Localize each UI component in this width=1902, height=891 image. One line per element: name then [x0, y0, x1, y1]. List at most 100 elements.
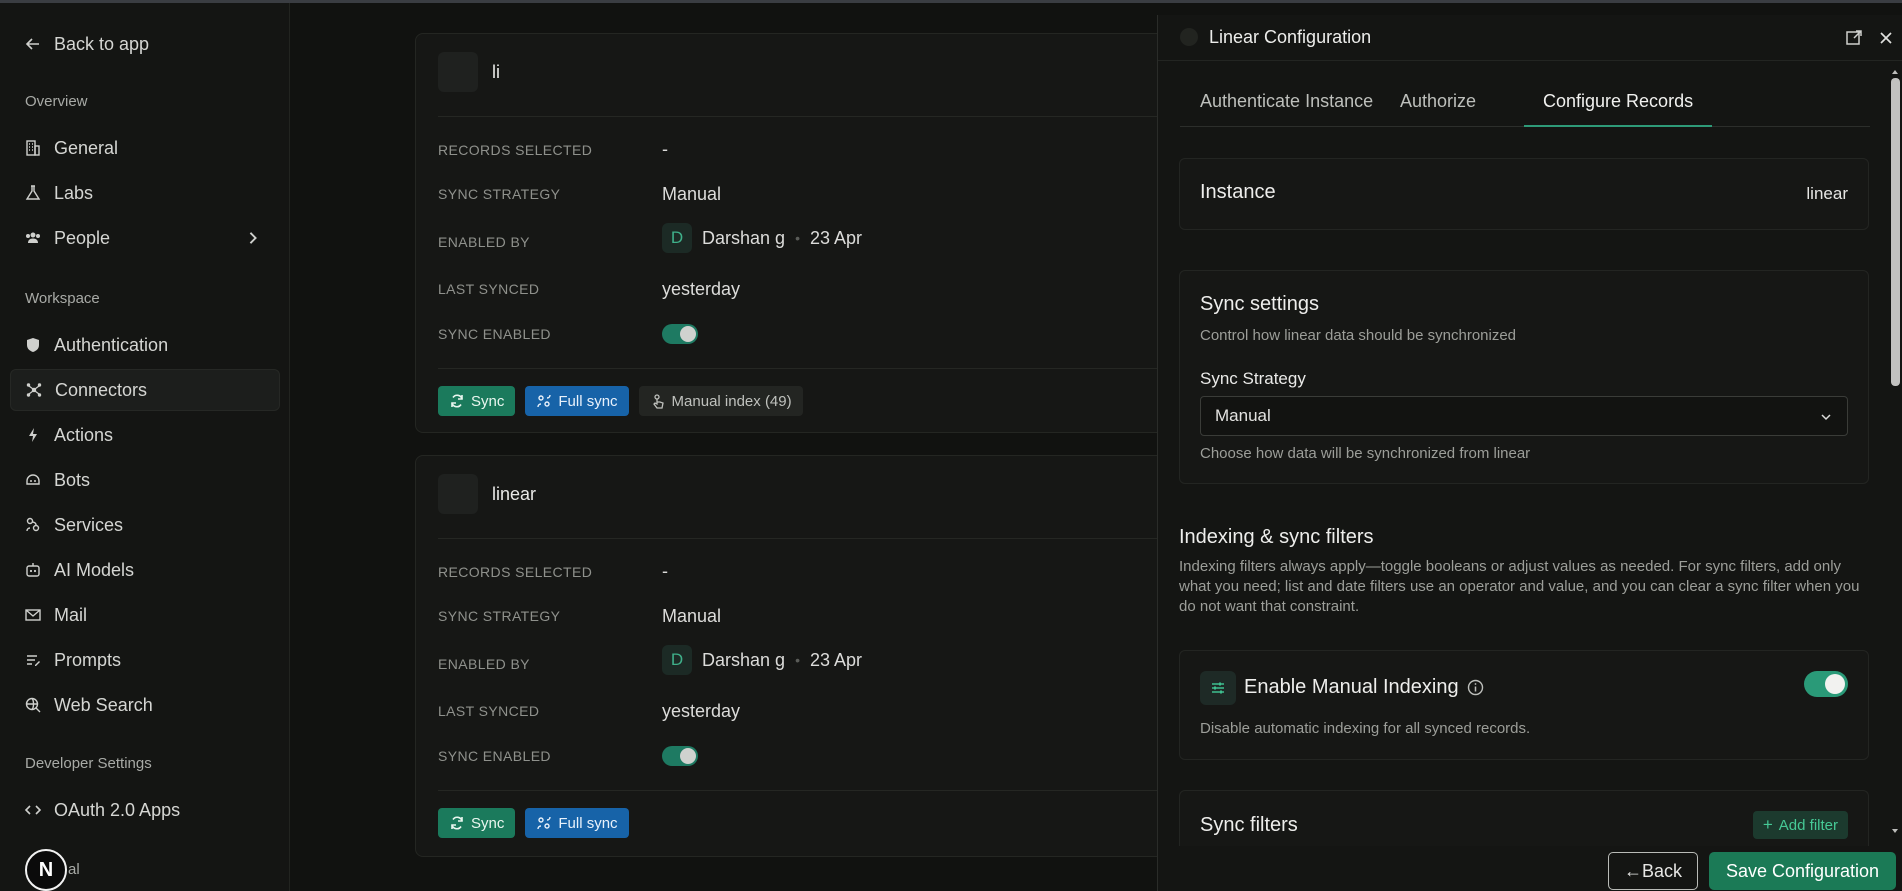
sync-strategy-select[interactable]: Manual: [1200, 396, 1848, 436]
sidebar-item-mail[interactable]: Mail: [10, 594, 280, 636]
sync-strategy-label: SYNC STRATEGY: [438, 186, 561, 202]
enabled-by-value: D Darshan g • 23 Apr: [662, 645, 862, 675]
sidebar-item-label: Labs: [54, 182, 94, 203]
panel-title: Linear Configuration: [1209, 27, 1372, 47]
config-tabs: Authenticate Instance Authorize Configur…: [1180, 91, 1870, 127]
manual-indexing-toggle[interactable]: [1804, 671, 1848, 697]
sidebar-item-services[interactable]: Services: [10, 504, 280, 546]
settings-sidebar: Back to app Overview General Labs People…: [0, 3, 290, 891]
sidebar-item-label: OAuth 2.0 Apps: [54, 799, 181, 820]
sidebar-item-label: Bots: [54, 469, 91, 490]
scroll-up-arrow-icon[interactable]: [1890, 67, 1900, 77]
sidebar-item-label: Actions: [54, 424, 114, 445]
manual-indexing-icon-wrap: [1200, 671, 1236, 705]
tab-configure-records[interactable]: Configure Records: [1524, 91, 1713, 127]
scroll-down-arrow-icon[interactable]: [1890, 826, 1900, 836]
sidebar-item-authentication[interactable]: Authentication: [10, 324, 280, 366]
last-synced-value: yesterday: [662, 279, 741, 299]
sidebar-item-oauth-apps[interactable]: OAuth 2.0 Apps: [10, 789, 280, 831]
sidebar-item-label: Connectors: [55, 379, 148, 400]
sidebar-item-people[interactable]: People: [10, 217, 280, 259]
sync-strategy-label: SYNC STRATEGY: [438, 608, 561, 624]
sidebar-item-general[interactable]: General: [10, 127, 280, 169]
manual-index-button[interactable]: Manual index (49): [638, 386, 803, 416]
panel-header: Linear Configuration: [1158, 15, 1902, 61]
web-search-icon: [25, 697, 41, 713]
records-selected-value: -: [662, 139, 668, 159]
sync-strategy-value: Manual: [662, 184, 722, 204]
refresh-icon: [451, 394, 463, 408]
enabled-by-label: ENABLED BY: [438, 656, 530, 672]
card-divider: [438, 538, 1194, 539]
sync-enabled-toggle[interactable]: [662, 324, 698, 344]
section-developer-settings: Developer Settings: [25, 755, 152, 772]
save-configuration-button[interactable]: Save Configuration: [1709, 852, 1896, 890]
sync-enabled-label: SYNC ENABLED: [438, 748, 551, 764]
services-icon: [26, 517, 40, 532]
sync-button[interactable]: Sync: [438, 808, 516, 838]
manual-indexing-heading: Enable Manual Indexing: [1244, 676, 1484, 699]
user-avatar: D: [662, 223, 692, 253]
sidebar-item-actions[interactable]: Actions: [10, 414, 280, 456]
section-overview: Overview: [25, 93, 88, 110]
sidebar-item-label: Prompts: [54, 649, 122, 670]
sync-settings-box: Sync settings Control how linear data sh…: [1179, 270, 1869, 484]
last-synced-label: LAST SYNCED: [438, 281, 540, 297]
sync-filters-box: Sync filters + Add filter: [1179, 790, 1869, 846]
sync-enabled-toggle[interactable]: [662, 746, 698, 766]
tab-authorize[interactable]: Authorize: [1400, 91, 1476, 127]
sidebar-item-ai-models[interactable]: AI Models: [10, 549, 280, 591]
enabled-date: 23 Apr: [809, 227, 863, 248]
sync-strategy-value: Manual: [662, 606, 722, 626]
filters-title: Indexing & sync filters: [1179, 526, 1374, 548]
linear-logo: [1180, 28, 1198, 46]
scroll-thumb[interactable]: [1891, 78, 1900, 386]
card-divider: [438, 368, 1194, 369]
enabled-date: 23 Apr: [809, 649, 863, 670]
sidebar-item-labs[interactable]: Labs: [10, 172, 280, 214]
info-icon[interactable]: [1467, 679, 1484, 696]
open-external-icon[interactable]: [1845, 29, 1863, 47]
manual-index-button-label: Manual index (49): [671, 392, 792, 410]
sidebar-item-bots[interactable]: Bots: [10, 459, 280, 501]
sidebar-item-prompts[interactable]: Prompts: [10, 639, 280, 681]
close-icon[interactable]: [1877, 29, 1895, 47]
connector-logo: [438, 52, 478, 92]
separator-dot: •: [795, 230, 800, 246]
add-filter-button[interactable]: + Add filter: [1752, 811, 1848, 839]
workspace-avatar[interactable]: N: [25, 849, 67, 891]
sidebar-item-connectors[interactable]: Connectors: [10, 369, 280, 411]
full-sync-button-label: Full sync: [558, 814, 618, 832]
sync-button[interactable]: Sync: [438, 386, 516, 416]
full-sync-button[interactable]: Full sync: [525, 808, 629, 838]
back-to-app-link[interactable]: Back to app: [10, 23, 280, 65]
sync-strategy-selected: Manual: [1215, 406, 1271, 425]
connector-card-linear: linear RECORDS SELECTED - SYNC STRATEGY …: [415, 455, 1195, 857]
chevron-right-icon: [249, 232, 257, 244]
code-icon: [24, 805, 42, 815]
tab-authenticate-instance[interactable]: Authenticate Instance: [1200, 91, 1373, 127]
sync-button-label: Sync: [471, 814, 505, 832]
full-sync-button-label: Full sync: [558, 392, 618, 410]
sidebar-item-web-search[interactable]: Web Search: [10, 684, 280, 726]
user-name: Darshan g: [702, 649, 786, 670]
separator-dot: •: [795, 652, 800, 668]
connectors-icon: [26, 383, 42, 397]
manual-indexing-title: Enable Manual Indexing: [1244, 676, 1459, 698]
sidebar-item-label: General: [54, 137, 119, 158]
prompts-icon: [27, 655, 40, 666]
records-selected-label: RECORDS SELECTED: [438, 564, 593, 580]
back-button[interactable]: ←Back: [1608, 852, 1698, 890]
arrow-left-icon: [25, 38, 39, 50]
sidebar-item-label: Web Search: [54, 694, 153, 715]
manual-indexing-description: Disable automatic indexing for all synce…: [1200, 720, 1531, 737]
add-filter-label: Add filter: [1778, 816, 1838, 834]
user-name: Darshan g: [702, 227, 786, 248]
sidebar-item-label: Services: [54, 514, 124, 535]
connector-title: linear: [492, 483, 537, 504]
sync-filters-title: Sync filters: [1200, 814, 1298, 836]
mail-icon: [25, 609, 41, 621]
full-sync-button[interactable]: Full sync: [525, 386, 629, 416]
bot-icon: [26, 474, 40, 485]
sidebar-item-label: Authentication: [54, 334, 169, 355]
